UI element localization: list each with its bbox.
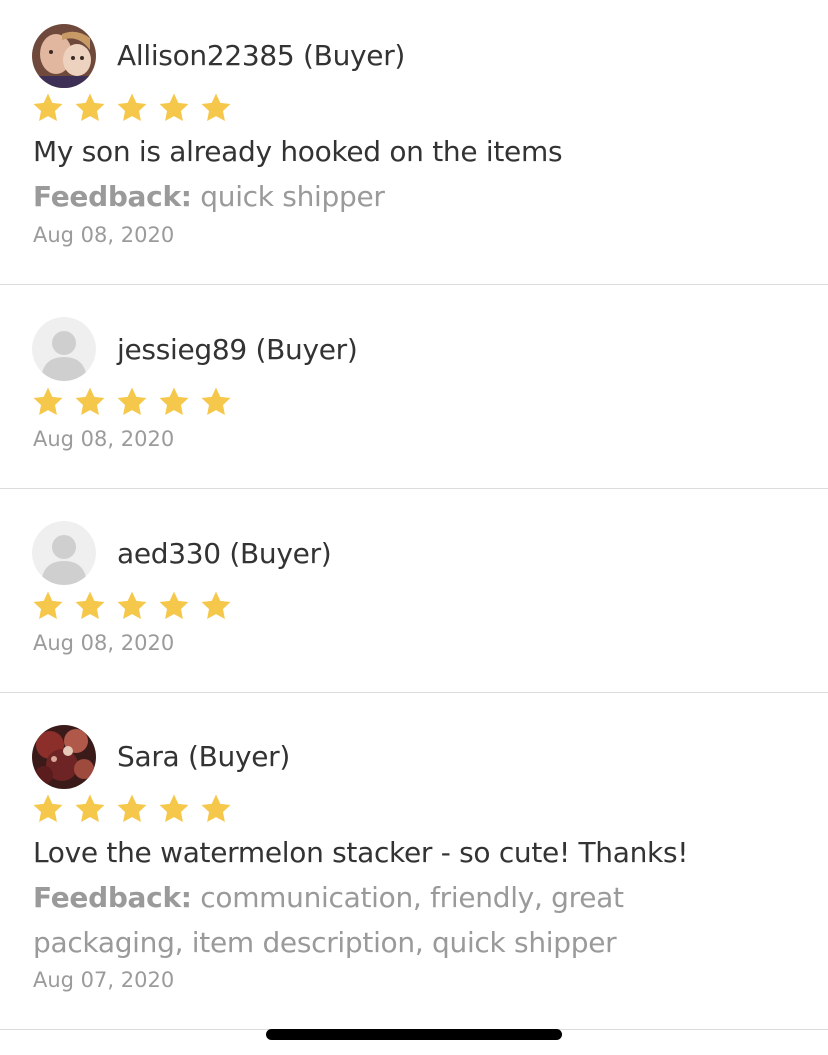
review-date: Aug 08, 2020: [33, 223, 175, 247]
star-icon: [159, 591, 189, 620]
star-icon: [33, 93, 63, 122]
feedback-label: Feedback:: [33, 881, 192, 914]
star-icon: [159, 93, 189, 122]
reviewer-name[interactable]: Sara (Buyer): [117, 740, 290, 774]
star-icon: [201, 387, 231, 416]
star-icon: [117, 794, 147, 823]
user-avatar[interactable]: [32, 24, 96, 88]
review-item: aed330 (Buyer) Aug 08, 2020: [0, 489, 828, 693]
review-item: Allison22385 (Buyer) My son is already h…: [0, 0, 828, 285]
home-indicator[interactable]: [266, 1029, 562, 1040]
reviewer-name[interactable]: jessieg89 (Buyer): [117, 333, 358, 367]
user-avatar[interactable]: [32, 725, 96, 789]
star-icon: [117, 387, 147, 416]
default-avatar-icon: [32, 317, 96, 381]
star-rating: [31, 792, 233, 826]
review-feedback: Feedback: quick shipper: [33, 174, 713, 219]
star-icon: [75, 93, 105, 122]
star-icon: [33, 387, 63, 416]
review-feedback: Feedback: communication, friendly, great…: [33, 875, 713, 965]
review-item: Sara (Buyer) Love the watermelon stacker…: [0, 693, 828, 1030]
star-rating: [31, 91, 233, 125]
feedback-label: Feedback:: [33, 180, 192, 213]
star-icon: [75, 794, 105, 823]
review-date: Aug 07, 2020: [33, 968, 175, 992]
photo-avatar-icon: [32, 24, 96, 88]
star-icon: [117, 93, 147, 122]
review-comment: My son is already hooked on the items: [33, 135, 563, 168]
star-rating: [31, 385, 233, 419]
reviewer-name[interactable]: aed330 (Buyer): [117, 537, 332, 571]
star-icon: [201, 93, 231, 122]
star-icon: [33, 591, 63, 620]
star-icon: [117, 591, 147, 620]
default-avatar-icon: [32, 521, 96, 585]
star-icon: [75, 591, 105, 620]
reviewer-name[interactable]: Allison22385 (Buyer): [117, 39, 405, 73]
review-comment: Love the watermelon stacker - so cute! T…: [33, 836, 689, 869]
star-icon: [159, 794, 189, 823]
review-date: Aug 08, 2020: [33, 427, 175, 451]
user-avatar[interactable]: [32, 521, 96, 585]
star-icon: [75, 387, 105, 416]
star-rating: [31, 589, 233, 623]
review-item: jessieg89 (Buyer) Aug 08, 2020: [0, 285, 828, 489]
feedback-text: quick shipper: [191, 180, 385, 213]
star-icon: [33, 794, 63, 823]
user-avatar[interactable]: [32, 317, 96, 381]
star-icon: [201, 591, 231, 620]
star-icon: [201, 794, 231, 823]
star-icon: [159, 387, 189, 416]
review-date: Aug 08, 2020: [33, 631, 175, 655]
photo-avatar-icon: [32, 725, 96, 789]
